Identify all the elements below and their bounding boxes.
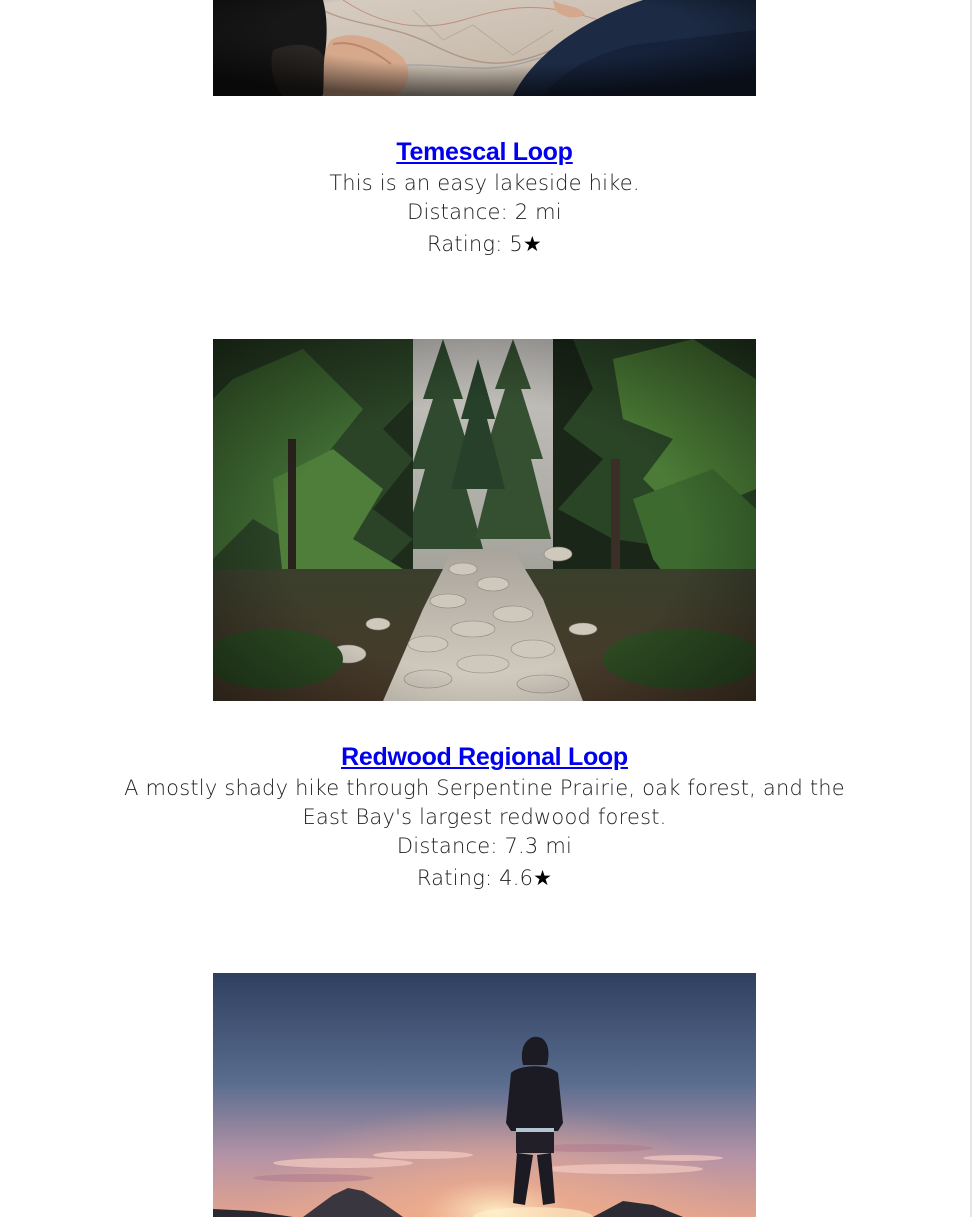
hike-distance: Distance: 7.3 mi — [396, 834, 573, 858]
hike-title-link[interactable]: Temescal Loop — [396, 138, 573, 166]
rating-value: Rating: 4.6 — [416, 866, 534, 890]
hike-description: This is an easy lakeside hike. — [329, 171, 640, 195]
hike-rating: Rating: 4.6★ — [0, 864, 969, 893]
hike-distance: Distance: 2 mi — [407, 200, 562, 224]
hike-title-redwood[interactable]: Redwood Regional Loop — [0, 742, 969, 772]
rating-value: Rating: 5 — [427, 232, 523, 256]
hike-rating: Rating: 5★ — [0, 230, 969, 259]
star-icon: ★ — [522, 232, 542, 256]
hike-title-temescal[interactable]: Temescal Loop — [0, 137, 969, 167]
hike-photo-sunset — [213, 973, 756, 1217]
hike-title-link[interactable]: Redwood Regional Loop — [341, 743, 628, 771]
hiker-sunset-image — [213, 973, 756, 1217]
forest-trail-image — [213, 339, 756, 701]
hike-photo-forest — [213, 339, 756, 701]
hike-description: A mostly shady hike through Serpentine P… — [124, 776, 845, 829]
map-reading-image — [213, 0, 756, 96]
star-icon: ★ — [533, 866, 553, 890]
hike-photo-map — [213, 0, 756, 96]
